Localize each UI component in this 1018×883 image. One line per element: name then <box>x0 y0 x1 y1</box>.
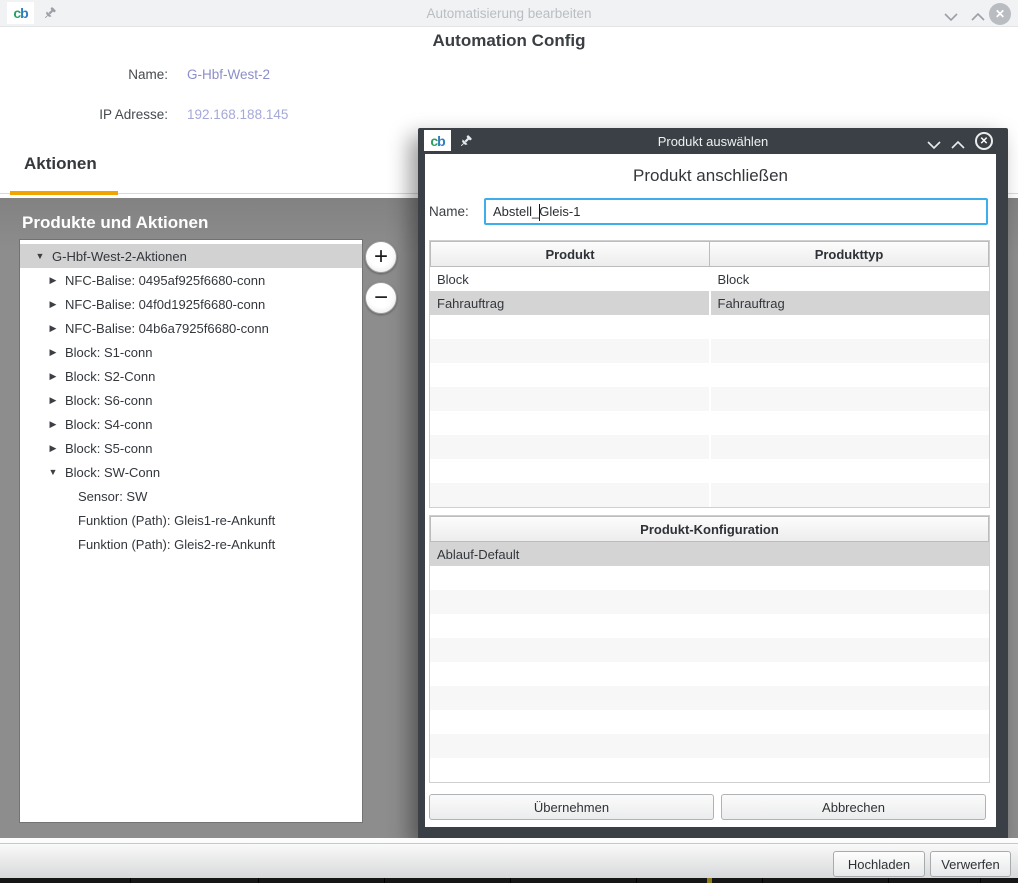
tree-item[interactable]: Funktion (Path): Gleis2-re-Ankunft <box>20 532 362 556</box>
empty-row <box>430 758 989 782</box>
config-table: Produkt-Konfiguration Ablauf-Default <box>429 515 990 783</box>
taskbar-highlight <box>707 878 712 883</box>
tree-item[interactable]: ▼Block: SW-Conn <box>20 460 362 484</box>
dialog-heading: Produkt anschließen <box>425 166 996 186</box>
ip-value: 192.168.188.145 <box>187 107 288 122</box>
empty-row <box>430 686 989 710</box>
produkte-aktionen-tree: ▼G-Hbf-West-2-Aktionen ▶NFC-Balise: 0495… <box>20 240 362 822</box>
expander-collapsed-icon[interactable]: ▶ <box>47 347 59 358</box>
empty-row <box>430 734 989 758</box>
dialog-titlebar: cb Produkt auswählen ✕ <box>418 128 1008 154</box>
empty-row <box>430 459 989 483</box>
dialog-title: Produkt auswählen <box>418 134 1008 149</box>
empty-row <box>430 710 989 734</box>
empty-row <box>430 339 989 363</box>
tree-item[interactable]: Funktion (Path): Gleis1-re-Ankunft <box>20 508 362 532</box>
screen: { "app_logo": { "part1": "c", "part2": "… <box>0 0 1018 883</box>
tab-aktionen[interactable]: Aktionen <box>24 154 97 174</box>
tree-item[interactable]: ▶Block: S2-Conn <box>20 364 362 388</box>
empty-row <box>430 315 989 339</box>
discard-button[interactable]: Verwerfen <box>930 851 1011 877</box>
panel-title: Produkte und Aktionen <box>22 213 208 233</box>
tree-item[interactable]: ▶Block: S5-conn <box>20 436 362 460</box>
page-title: Automation Config <box>0 31 1018 51</box>
maximize-icon[interactable] <box>970 9 986 27</box>
tree-item[interactable]: ▶NFC-Balise: 04f0d1925f6680-conn <box>20 292 362 316</box>
main-titlebar: cb Automatisierung bearbeiten ✕ <box>0 0 1018 27</box>
tree-item-root[interactable]: ▼G-Hbf-West-2-Aktionen <box>20 244 362 268</box>
tree-item[interactable]: ▶NFC-Balise: 04b6a7925f6680-conn <box>20 316 362 340</box>
empty-row <box>430 638 989 662</box>
minimize-icon[interactable] <box>943 9 959 27</box>
empty-row <box>430 387 989 411</box>
empty-row <box>430 614 989 638</box>
footer-bar: Hochladen Verwerfen <box>0 838 1018 878</box>
empty-row <box>430 483 989 507</box>
expander-collapsed-icon[interactable]: ▶ <box>47 299 59 310</box>
product-table-header: Produkt Produkttyp <box>430 241 989 267</box>
dialog-maximize-icon[interactable] <box>950 137 966 155</box>
product-row[interactable]: Block Block <box>430 267 989 291</box>
name-label: Name: <box>0 67 168 82</box>
upload-button[interactable]: Hochladen <box>833 851 925 877</box>
expander-expanded-icon[interactable]: ▼ <box>47 467 59 477</box>
tree-item[interactable]: Sensor: SW <box>20 484 362 508</box>
dialog-close-icon[interactable]: ✕ <box>975 132 993 150</box>
expander-collapsed-icon[interactable]: ▶ <box>47 371 59 382</box>
remove-button[interactable]: − <box>365 282 397 314</box>
config-row-selected[interactable]: Ablauf-Default <box>430 542 989 566</box>
expander-collapsed-icon[interactable]: ▶ <box>47 323 59 334</box>
expander-collapsed-icon[interactable]: ▶ <box>47 419 59 430</box>
product-row-selected[interactable]: Fahrauftrag Fahrauftrag <box>430 291 989 315</box>
footer-divider <box>0 843 1018 844</box>
cancel-button[interactable]: Abbrechen <box>721 794 986 820</box>
empty-row <box>430 435 989 459</box>
text-caret <box>539 204 540 221</box>
column-header-konfiguration[interactable]: Produkt-Konfiguration <box>430 516 989 542</box>
produkt-auswaehlen-dialog: cb Produkt auswählen ✕ Produkt anschließ… <box>418 128 1008 839</box>
ip-label: IP Adresse: <box>0 107 168 122</box>
dialog-minimize-icon[interactable] <box>926 137 942 155</box>
active-tab-indicator <box>10 191 118 195</box>
apply-button[interactable]: Übernehmen <box>429 794 714 820</box>
expander-collapsed-icon[interactable]: ▶ <box>47 443 59 454</box>
dialog-name-input[interactable]: Abstell_Gleis-1 <box>484 198 988 225</box>
expander-expanded-icon[interactable]: ▼ <box>34 251 46 261</box>
column-header-produkt[interactable]: Produkt <box>430 241 710 267</box>
add-button[interactable]: + <box>365 241 397 273</box>
empty-row <box>430 566 989 590</box>
empty-row <box>430 590 989 614</box>
name-value: G-Hbf-West-2 <box>187 67 270 82</box>
main-window-title: Automatisierung bearbeiten <box>0 6 1018 21</box>
expander-collapsed-icon[interactable]: ▶ <box>47 395 59 406</box>
expander-collapsed-icon[interactable]: ▶ <box>47 275 59 286</box>
dialog-name-input-value: Abstell_Gleis-1 <box>493 204 580 219</box>
taskbar-edge <box>0 878 1018 883</box>
dialog-content: Produkt anschließen Name: Abstell_Gleis-… <box>425 154 996 827</box>
empty-row <box>430 411 989 435</box>
tree-item[interactable]: ▶Block: S1-conn <box>20 340 362 364</box>
product-table: Produkt Produkttyp Block Block Fahrauftr… <box>429 240 990 508</box>
dialog-name-label: Name: <box>429 204 469 219</box>
tree-item[interactable]: ▶Block: S4-conn <box>20 412 362 436</box>
tree-item[interactable]: ▶NFC-Balise: 0495af925f6680-conn <box>20 268 362 292</box>
tree-item[interactable]: ▶Block: S6-conn <box>20 388 362 412</box>
close-icon[interactable]: ✕ <box>989 3 1011 25</box>
config-table-header: Produkt-Konfiguration <box>430 516 989 542</box>
column-header-produkttyp[interactable]: Produkttyp <box>710 241 989 267</box>
empty-row <box>430 363 989 387</box>
empty-row <box>430 662 989 686</box>
